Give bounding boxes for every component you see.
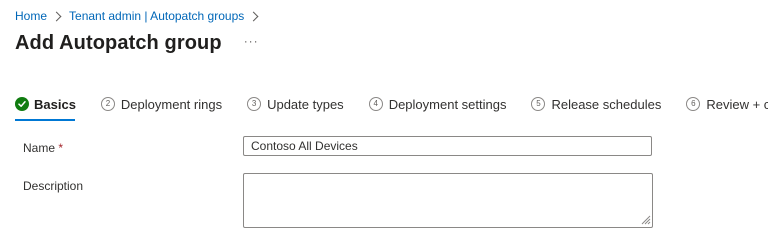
tab-deployment-rings[interactable]: 2 Deployment rings (100, 94, 223, 114)
breadcrumb: Home Tenant admin | Autopatch groups (15, 8, 266, 24)
tab-release-schedules[interactable]: 5 Release schedules (531, 94, 661, 114)
chevron-right-icon (51, 11, 62, 21)
title-row: Add Autopatch group ··· (15, 32, 259, 55)
tab-basics[interactable]: Basics (15, 94, 76, 121)
tab-deployment-settings-label: Deployment settings (388, 96, 507, 112)
name-input[interactable] (243, 136, 652, 156)
tab-release-schedules-label: Release schedules (551, 96, 662, 112)
step-number-badge: 5 (531, 97, 546, 111)
breadcrumb-autopatch-groups-link[interactable]: Tenant admin | Autopatch groups (69, 9, 244, 23)
chevron-right-icon (248, 11, 259, 21)
page: Home Tenant admin | Autopatch groups Add… (0, 0, 768, 242)
resize-grip-icon[interactable] (640, 214, 651, 225)
tab-review-create[interactable]: 6 Review + create (686, 94, 768, 114)
step-number-badge: 4 (368, 97, 383, 111)
tab-deployment-settings[interactable]: 4 Deployment settings (368, 94, 507, 114)
description-label: Description (23, 179, 84, 193)
tab-update-types-label: Update types (267, 96, 344, 112)
breadcrumb-home-link[interactable]: Home (15, 9, 47, 23)
step-number-badge: 3 (247, 97, 262, 111)
more-options-button[interactable]: ··· (244, 34, 259, 48)
description-textarea[interactable] (243, 173, 653, 228)
name-label-text: Name (23, 141, 56, 155)
step-number-badge: 6 (686, 97, 701, 111)
tab-review-create-label: Review + create (706, 96, 768, 112)
checkmark-circle-icon (15, 97, 29, 111)
tab-basics-label: Basics (34, 96, 76, 112)
required-marker: * (58, 141, 64, 155)
wizard-steps: Basics 2 Deployment rings 3 Update types… (15, 94, 768, 121)
tab-deployment-rings-label: Deployment rings (120, 96, 223, 112)
step-number-badge: 2 (100, 97, 115, 111)
name-label: Name * (23, 141, 63, 155)
page-title: Add Autopatch group (15, 32, 222, 54)
tab-update-types[interactable]: 3 Update types (247, 94, 344, 114)
